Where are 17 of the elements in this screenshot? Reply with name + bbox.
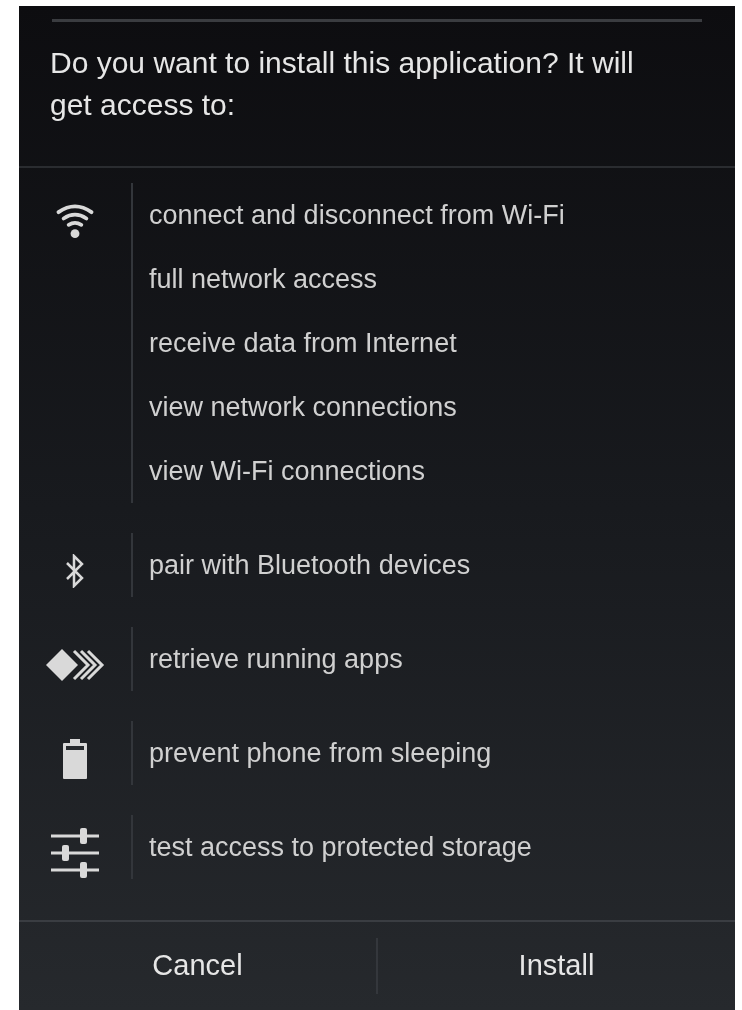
permission-label: prevent phone from sleeping <box>149 736 492 770</box>
permission-label: view Wi-Fi connections <box>149 454 427 488</box>
dialog-button[interactable]: Install <box>378 922 735 1010</box>
dialog-title: Do you want to install this application? It will get access to: <box>49 45 635 123</box>
bluetooth-icon <box>64 554 86 588</box>
wifi-icon <box>56 202 94 240</box>
permission-label: receive data from Internet <box>149 326 458 360</box>
permission-label: view network connections <box>149 390 458 424</box>
dialog-button[interactable]: Cancel <box>19 922 376 1010</box>
battery-icon <box>62 738 88 780</box>
permission-label: full network access <box>149 262 379 296</box>
sliders-icon <box>49 826 101 880</box>
permission-label: connect and disconnect from Wi-Fi <box>149 198 565 232</box>
permission-label: retrieve running apps <box>149 642 403 676</box>
permission-label: pair with Bluetooth devices <box>149 548 471 582</box>
permission-label: test access to protected storage <box>149 830 532 864</box>
stacked-diamonds-icon <box>44 647 106 683</box>
